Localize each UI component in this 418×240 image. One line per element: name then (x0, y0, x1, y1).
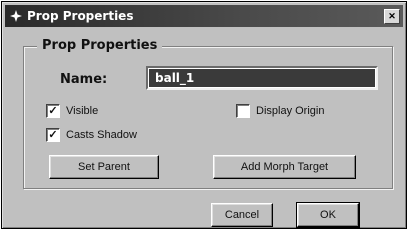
name-input-value: ball_1 (149, 69, 375, 87)
close-icon[interactable]: ✕ (384, 9, 400, 24)
title-bar[interactable]: Prop Properties ✕ (5, 5, 403, 27)
window-title: Prop Properties (27, 9, 134, 23)
visible-checkbox[interactable]: ✓ Visible (46, 104, 98, 118)
name-input[interactable]: ball_1 (146, 66, 378, 90)
casts-shadow-label: Casts Shadow (66, 129, 137, 141)
ok-button[interactable]: OK (296, 202, 360, 228)
visible-label: Visible (66, 105, 99, 117)
prop-icon (9, 9, 23, 23)
set-parent-button[interactable]: Set Parent (49, 155, 159, 179)
unchecked-box-icon (236, 104, 250, 118)
add-morph-target-button[interactable]: Add Morph Target (213, 155, 356, 179)
display-origin-label: Display Origin (256, 105, 325, 117)
name-label: Name: (60, 72, 108, 87)
checkmark-icon: ✓ (46, 128, 60, 142)
cancel-button[interactable]: Cancel (211, 203, 273, 227)
group-legend: Prop Properties (37, 38, 163, 53)
prop-properties-dialog: Prop Properties ✕ Prop Properties Name: … (1, 1, 407, 229)
display-origin-checkbox[interactable]: Display Origin (236, 104, 324, 118)
checkmark-icon: ✓ (46, 104, 60, 118)
casts-shadow-checkbox[interactable]: ✓ Casts Shadow (46, 128, 137, 142)
